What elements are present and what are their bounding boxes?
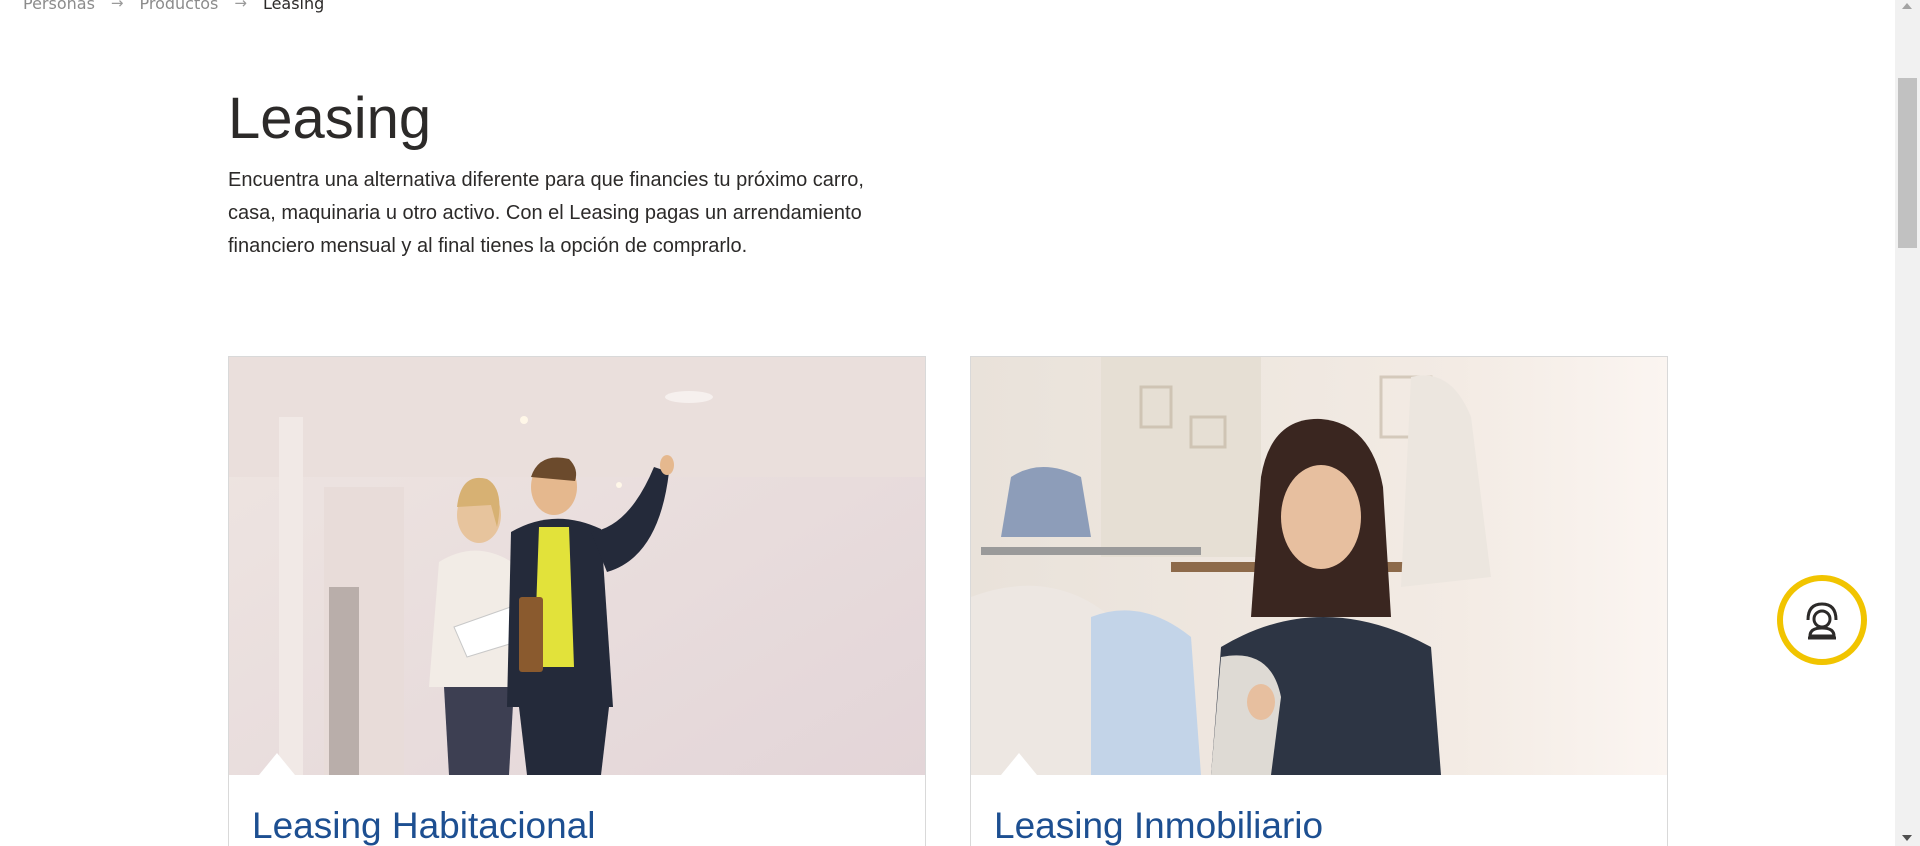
breadcrumb-productos-link[interactable]: Productos [139, 0, 218, 13]
couple-real-estate-photo [229, 357, 925, 775]
page-intro: Encuentra una alternativa diferente para… [228, 169, 864, 257]
page-scrollbar[interactable] [1895, 0, 1920, 846]
page-title: Leasing [228, 86, 432, 151]
breadcrumb-personas-link[interactable]: Personas [23, 0, 95, 13]
breadcrumb: Personas → Productos → Leasing [23, 0, 324, 13]
agent-headset-icon [1806, 602, 1838, 640]
shop-owner-photo [971, 357, 1667, 775]
scrollbar-thumb[interactable] [1898, 78, 1917, 248]
product-card-leasing-inmobiliario[interactable]: Leasing Inmobiliario [970, 356, 1668, 846]
card-notch [259, 753, 295, 775]
scroll-up-arrow-icon[interactable] [1902, 3, 1912, 9]
card-title-link[interactable]: Leasing Inmobiliario [994, 805, 1323, 846]
card-notch [1001, 753, 1037, 775]
breadcrumb-current: Leasing [262, 0, 325, 13]
product-card-leasing-habitacional[interactable]: Leasing Habitacional [228, 356, 926, 846]
scroll-down-arrow-icon[interactable] [1902, 835, 1912, 841]
card-title-link[interactable]: Leasing Habitacional [252, 805, 596, 846]
arrow-right-icon: → [110, 0, 124, 12]
chat-support-button[interactable] [1777, 575, 1867, 665]
arrow-right-icon: → [234, 0, 247, 12]
